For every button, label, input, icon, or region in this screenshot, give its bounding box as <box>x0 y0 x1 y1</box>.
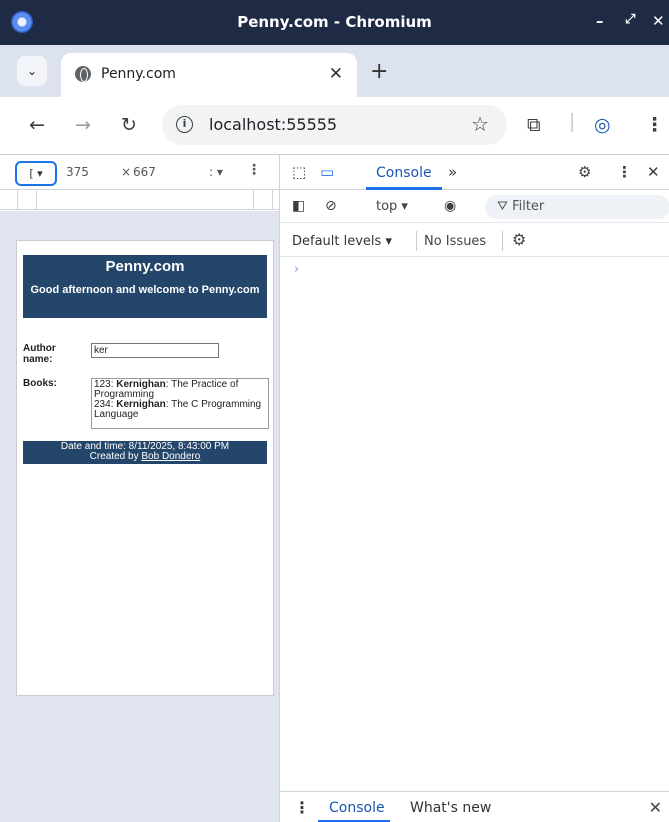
author-label: Author name: <box>23 343 56 365</box>
device-toggle-icon[interactable]: ▭ <box>320 163 334 181</box>
devtools-menu-icon[interactable]: ⋮ <box>617 163 632 181</box>
device-toolbar: [ ▾ 375 × 667 : ▾ ⋮ <box>0 155 279 210</box>
window-titlebar: Penny.com - Chromium – ⤢ ✕ <box>0 0 669 45</box>
inspect-element-icon[interactable]: ⬚ <box>292 163 306 181</box>
emulated-device-page: Penny.com Good afternoon and welcome to … <box>16 240 274 696</box>
drawer-tab-console[interactable]: Console <box>329 800 385 816</box>
tab-search-button[interactable]: ⌄ <box>17 56 47 86</box>
back-icon[interactable]: ← <box>29 114 45 136</box>
toolbar-divider: | <box>569 110 576 132</box>
url-text[interactable]: localhost:55555 <box>209 115 337 134</box>
zoom-dropdown[interactable]: : ▾ <box>209 165 223 179</box>
greeting-text: Good afternoon and welcome to Penny.com <box>30 284 260 296</box>
device-width[interactable]: 375 <box>66 165 89 179</box>
tab-penny[interactable]: Penny.com ✕ <box>61 53 357 97</box>
device-more-icon[interactable]: ⋮ <box>247 162 261 178</box>
book-item: 123: Kernighan: The Practice of Programm… <box>94 379 239 400</box>
tab-close-icon[interactable]: ✕ <box>329 64 343 84</box>
more-tabs-icon[interactable]: » <box>448 163 457 181</box>
address-bar[interactable]: i localhost:55555 ☆ <box>162 105 507 145</box>
tab-strip: ⌄ Penny.com ✕ + <box>0 45 669 97</box>
settings-gear-icon[interactable]: ⚙ <box>578 163 591 181</box>
books-label: Books: <box>23 378 57 389</box>
profile-icon[interactable]: ◎ <box>594 114 611 136</box>
browser-content: [ ▾ 375 × 667 : ▾ ⋮ Penny.com Good after… <box>0 155 669 822</box>
devtools-tabbar: ⬚ ▭ Console » ⚙ ⋮ ✕ <box>280 155 669 190</box>
penny-header: Penny.com Good afternoon and welcome to … <box>23 255 267 318</box>
drawer-tab-whats-new[interactable]: What's new <box>410 800 491 816</box>
console-settings-icon[interactable]: ⚙ <box>512 230 526 249</box>
created-by: Created by Bob Dondero <box>23 452 267 462</box>
book-item: 234: Kernighan: The C Programming Langua… <box>94 399 262 420</box>
console-filter-input[interactable]: ⛛ Filter <box>485 195 669 219</box>
reload-icon[interactable]: ↻ <box>121 114 137 136</box>
drawer-close-icon[interactable]: ✕ <box>649 798 662 817</box>
globe-icon <box>75 66 91 82</box>
console-prompt[interactable]: › <box>294 262 299 277</box>
browser-toolbar: ← → ↻ i localhost:55555 ☆ ⧉ | ◎ ⋮ <box>0 97 669 155</box>
clear-console-icon[interactable]: ⊘ <box>325 198 337 214</box>
creator-link[interactable]: Bob Dondero <box>141 451 200 462</box>
issues-button[interactable]: No Issues <box>424 234 486 249</box>
page-title: Penny.com <box>105 258 185 275</box>
filter-icon: ⛛ <box>497 199 508 214</box>
drawer-menu-icon[interactable]: ⋮ <box>294 798 310 817</box>
penny-footer: Date and time: 8/11/2025, 8:43:00 PM Cre… <box>23 441 267 464</box>
tab-console[interactable]: Console <box>376 165 432 181</box>
device-rulers <box>0 190 279 210</box>
chevron-down-icon: ⌄ <box>26 64 38 78</box>
default-levels-dropdown[interactable]: Default levels ▾ <box>292 234 392 249</box>
info-icon[interactable]: i <box>176 116 193 133</box>
tab-label: Penny.com <box>101 66 176 82</box>
menu-icon[interactable]: ⋮ <box>645 114 664 136</box>
devtools-close-icon[interactable]: ✕ <box>647 163 660 181</box>
forward-icon[interactable]: → <box>75 114 91 136</box>
levels-divider <box>416 231 417 251</box>
minimize-icon[interactable]: – <box>596 12 604 30</box>
devtools-panel: ⬚ ▭ Console » ⚙ ⋮ ✕ ◧ ⊘ top ▾ ◉ ⛛ Filter… <box>279 155 669 822</box>
extensions-icon[interactable]: ⧉ <box>527 114 541 136</box>
filter-placeholder: Filter <box>512 199 545 214</box>
window-title: Penny.com - Chromium <box>237 13 432 31</box>
issues-divider <box>502 231 503 251</box>
books-list: 123: Kernighan: The Practice of Programm… <box>91 378 269 429</box>
live-expression-eye-icon[interactable]: ◉ <box>444 198 456 214</box>
maximize-icon[interactable]: ⤢ <box>625 12 635 27</box>
sidebar-toggle-icon[interactable]: ◧ <box>292 198 305 214</box>
console-levels-bar: Default levels ▾ No Issues ⚙ <box>280 223 669 257</box>
devtools-drawer: ⋮ Console What's new ✕ <box>280 791 669 822</box>
author-input[interactable]: ker <box>91 343 219 358</box>
dimension-times: × <box>121 165 132 179</box>
close-icon[interactable]: ✕ <box>652 12 665 30</box>
created-by-prefix: Created by <box>89 451 139 462</box>
new-tab-button[interactable]: + <box>370 59 388 84</box>
context-dropdown[interactable]: top ▾ <box>376 199 408 214</box>
device-select-button[interactable]: [ ▾ <box>15 161 57 186</box>
console-filter-bar: ◧ ⊘ top ▾ ◉ ⛛ Filter <box>280 190 669 223</box>
bookmark-star-icon[interactable]: ☆ <box>471 112 489 136</box>
device-height[interactable]: 667 <box>133 165 156 179</box>
